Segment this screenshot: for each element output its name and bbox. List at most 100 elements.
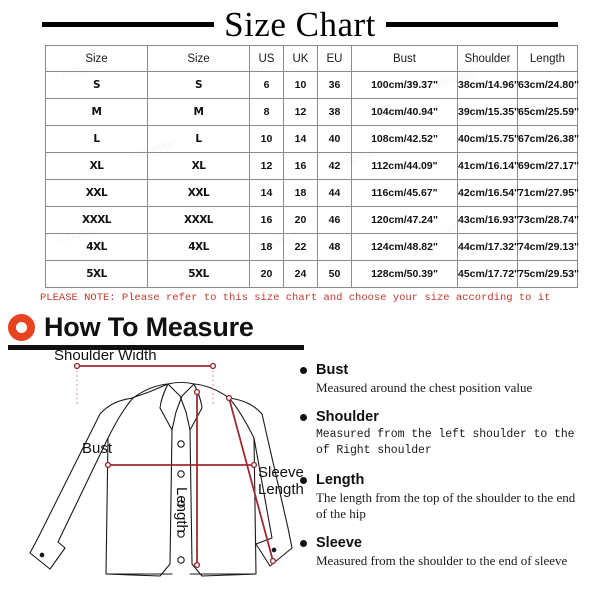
cell-eu: 38 <box>317 98 352 126</box>
bullet-dot-icon <box>300 539 307 547</box>
cell-uk: 14 <box>283 125 318 153</box>
cell-uk: 16 <box>283 152 318 180</box>
measurement-desc-shoulder: Measured from the left shoulder to the o… <box>316 428 575 457</box>
cell-size1: XXL <box>45 179 148 207</box>
measurement-item-bust-head: Bust <box>300 362 595 378</box>
measurement-desc-length: The length from the top of the shoulder … <box>316 490 576 521</box>
column-header-shoulder: Shoulder <box>457 45 518 72</box>
cell-uk: 12 <box>283 98 318 126</box>
cell-us: 14 <box>249 179 284 207</box>
measurement-item-shoulder-head: Shoulder <box>300 409 595 425</box>
cell-length: 69cm/27.17" <box>517 152 579 180</box>
cell-us: 18 <box>249 233 284 261</box>
cell-eu: 50 <box>317 260 352 288</box>
label-sleeve-length-line2: Length <box>258 481 304 498</box>
column-header-size2: Size <box>147 45 250 72</box>
table-row: 5XL 5XL 20 24 50 128cm/50.39" 45cm/17.72… <box>45 260 579 288</box>
label-sleeve-length-line1: Sleeve <box>258 464 304 481</box>
page-title: Size Chart <box>0 2 600 46</box>
measurement-item-sleeve-head: Sleeve <box>300 535 595 551</box>
label-length: Length <box>173 487 190 533</box>
size-chart-table: Size Size US UK EU Bust Shoulder Length … <box>45 45 579 288</box>
cell-size1: 4XL <box>45 233 148 261</box>
label-shoulder-width: Shoulder Width <box>54 347 157 364</box>
column-header-length: Length <box>517 45 578 72</box>
measurement-desc-sleeve: Measured from the shoulder to the end of… <box>316 553 568 568</box>
cell-length: 74cm/29.13" <box>517 233 579 261</box>
cell-size2: XXXL <box>147 206 250 234</box>
size-chart-table-container: Size Size US UK EU Bust Shoulder Length … <box>45 45 579 288</box>
cell-us: 8 <box>249 98 284 126</box>
cell-size1: M <box>45 98 148 126</box>
cell-eu: 46 <box>317 206 352 234</box>
cell-bust: 104cm/40.94" <box>351 98 458 126</box>
table-row: XXXL XXXL 16 20 46 120cm/47.24" 43cm/16.… <box>45 206 579 234</box>
cell-uk: 20 <box>283 206 318 234</box>
column-header-uk: UK <box>283 45 318 72</box>
please-note-text: PLEASE NOTE: Please refer to this size c… <box>40 292 551 304</box>
cell-size2: M <box>147 98 250 126</box>
cell-size1: S <box>45 71 148 99</box>
table-row: XL XL 12 16 42 112cm/44.09" 41cm/16.14" … <box>45 152 579 180</box>
cell-us: 12 <box>249 152 284 180</box>
cell-size1: L <box>45 125 148 153</box>
measurement-title-bust: Bust <box>316 362 349 378</box>
measurement-item-length: Length The length from the top of the sh… <box>300 472 595 522</box>
cell-uk: 10 <box>283 71 318 99</box>
measurement-item-sleeve: Sleeve Measured from the shoulder to the… <box>300 535 595 569</box>
title-rule-left <box>42 21 215 27</box>
cell-uk: 24 <box>283 260 318 288</box>
cell-uk: 22 <box>283 233 318 261</box>
measurement-desc-bust: Measured around the chest position value <box>316 380 533 395</box>
cell-size2: L <box>147 125 250 153</box>
cell-length: 73cm/28.74" <box>517 206 579 234</box>
measurement-title-length: Length <box>316 472 365 488</box>
cell-size2: S <box>147 71 250 99</box>
cell-us: 6 <box>249 71 284 99</box>
cell-size2: 4XL <box>147 233 250 261</box>
label-bust: Bust <box>82 440 113 457</box>
cell-length: 75cm/29.53" <box>517 260 579 288</box>
cell-bust: 112cm/44.09" <box>351 152 458 180</box>
table-row: M M 8 12 38 104cm/40.94" 39cm/15.35" 65c… <box>45 98 579 126</box>
cell-bust: 100cm/39.37" <box>351 71 458 99</box>
cell-us: 10 <box>249 125 284 153</box>
table-body: S S 6 10 36 100cm/39.37" 38cm/14.96" 63c… <box>45 71 579 288</box>
column-header-size1: Size <box>45 45 148 72</box>
label-sleeve-length: Sleeve Length <box>258 464 304 498</box>
garment-measurement-diagram: Shoulder Width Bust Length Sleeve Length <box>20 347 310 600</box>
measurement-title-shoulder: Shoulder <box>316 409 379 425</box>
cell-length: 71cm/27.95" <box>517 179 579 207</box>
table-row: 4XL 4XL 18 22 48 124cm/48.82" 44cm/17.32… <box>45 233 579 261</box>
page-title-text: Size Chart <box>224 4 376 44</box>
table-row: S S 6 10 36 100cm/39.37" 38cm/14.96" 63c… <box>45 71 579 99</box>
cell-bust: 128cm/50.39" <box>351 260 458 288</box>
cell-eu: 42 <box>317 152 352 180</box>
bullet-dot-icon <box>300 413 307 421</box>
cell-shoulder: 43cm/16.93" <box>457 206 519 234</box>
measurement-item-bust: Bust Measured around the chest position … <box>300 362 595 396</box>
cell-eu: 48 <box>317 233 352 261</box>
cell-bust: 120cm/47.24" <box>351 206 458 234</box>
ring-icon <box>8 314 35 341</box>
cell-uk: 18 <box>283 179 318 207</box>
bullet-dot-icon <box>300 476 307 484</box>
cell-eu: 36 <box>317 71 352 99</box>
cell-shoulder: 40cm/15.75" <box>457 125 519 153</box>
cell-length: 67cm/26.38" <box>517 125 579 153</box>
cell-size2: XL <box>147 152 250 180</box>
cell-shoulder: 44cm/17.32" <box>457 233 519 261</box>
cell-eu: 44 <box>317 179 352 207</box>
table-header-row: Size Size US UK EU Bust Shoulder Length <box>45 45 578 72</box>
measurement-title-sleeve: Sleeve <box>316 535 362 551</box>
table-row: L L 10 14 40 108cm/42.52" 40cm/15.75" 67… <box>45 125 579 153</box>
column-header-us: US <box>249 45 284 72</box>
cell-shoulder: 39cm/15.35" <box>457 98 519 126</box>
how-to-measure-title: How To Measure <box>44 312 254 342</box>
cell-length: 63cm/24.80" <box>517 71 579 99</box>
bullet-dot-icon <box>300 366 307 374</box>
measurement-instructions-list: Bust Measured around the chest position … <box>300 362 595 582</box>
how-to-measure-heading: How To Measure <box>8 314 254 341</box>
cell-shoulder: 42cm/16.54" <box>457 179 519 207</box>
column-header-eu: EU <box>317 45 352 72</box>
